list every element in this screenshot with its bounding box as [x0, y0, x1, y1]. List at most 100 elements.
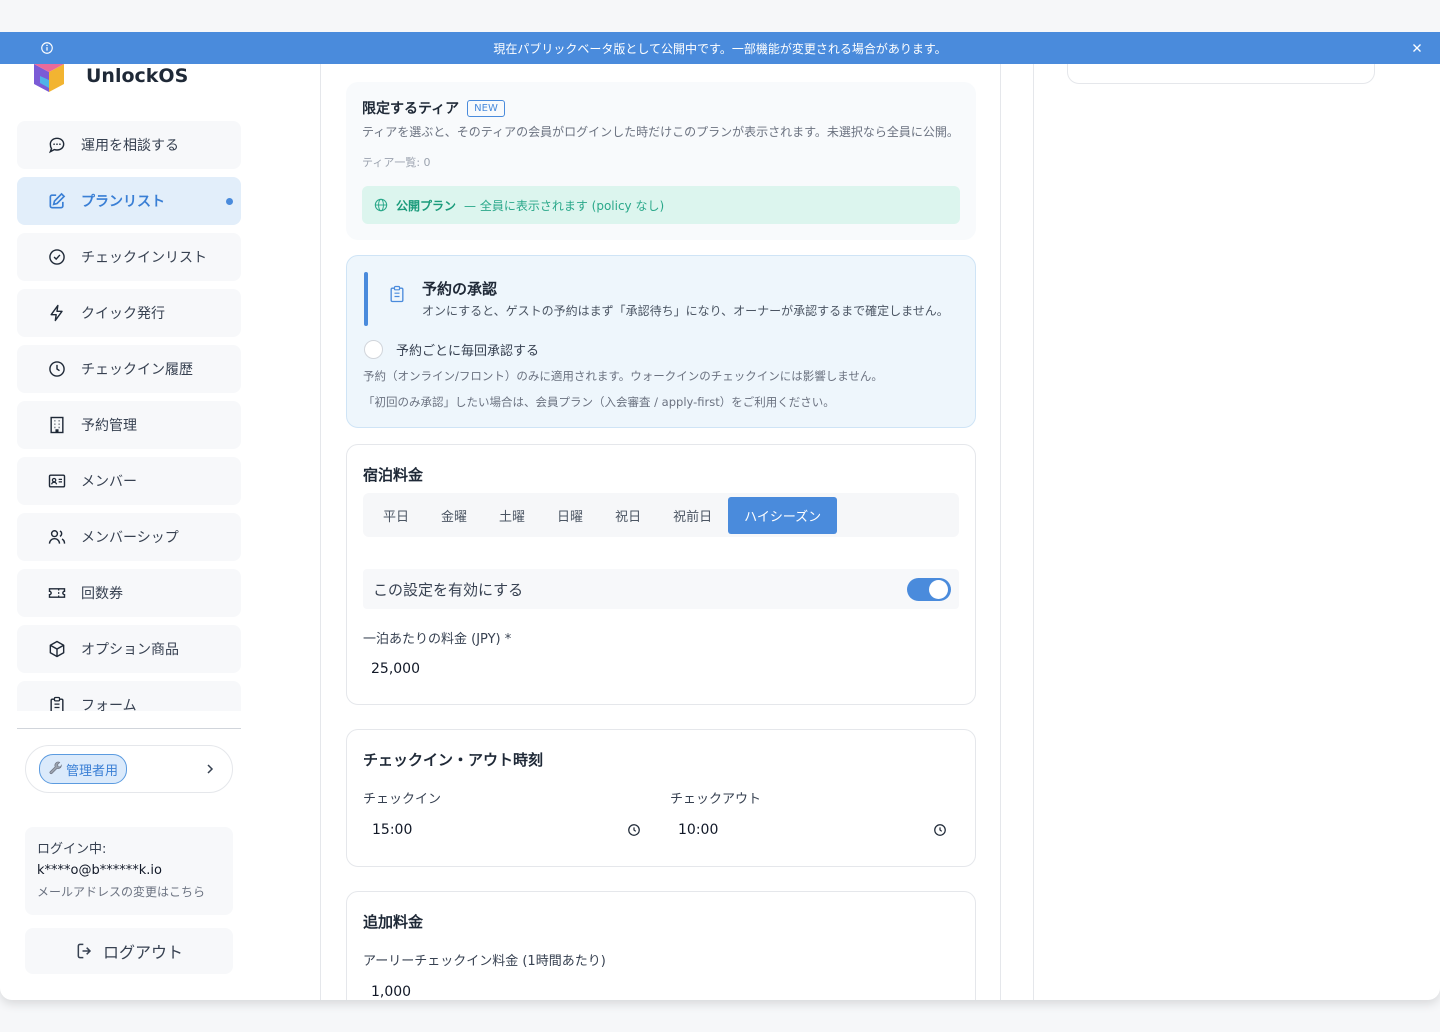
checkin-times-title: チェックイン・アウト時刻	[363, 751, 544, 769]
enable-setting-label: この設定を有効にする	[373, 580, 524, 599]
id-card-icon	[48, 474, 66, 488]
extra-fees-card: 追加料金 アーリーチェックイン料金 (1時間あたり) 1,000	[346, 891, 976, 1000]
sidebar-item-options[interactable]: オプション商品	[17, 625, 241, 673]
chat-bubble-icon	[48, 137, 65, 154]
app-name: UnlockOS	[86, 65, 189, 87]
early-checkin-input[interactable]: 1,000	[371, 984, 411, 1000]
sidebar-item-label: チェックインリスト	[81, 250, 207, 266]
day-type-tabs: 平日 金曜 土曜 日曜 祝日 祝前日 ハイシーズン	[363, 493, 959, 537]
close-icon[interactable]	[1410, 41, 1424, 55]
chevron-right-icon	[207, 764, 214, 774]
tier-count: ティア一覧: 0	[362, 156, 431, 169]
approval-accent-bar	[364, 272, 368, 326]
edit-icon	[49, 192, 66, 209]
wrench-icon	[49, 761, 62, 775]
clipboard-icon	[390, 285, 404, 303]
tier-description: ティアを選ぶと、そのティアの会員がログインした時だけこのプランが表示されます。未…	[362, 125, 959, 139]
sidebar-item-reservations[interactable]: 予約管理	[17, 401, 241, 449]
logo-icon	[34, 64, 64, 92]
approve-every-radio[interactable]	[364, 340, 383, 359]
sidebar-item-members[interactable]: メンバー	[17, 457, 241, 505]
sidebar-item-plan-list[interactable]: プランリスト	[17, 177, 241, 225]
admin-label: 管理者用	[66, 763, 119, 779]
sidebar-item-checkin-list[interactable]: チェックインリスト	[17, 233, 241, 281]
globe-icon	[374, 198, 388, 212]
tab-weekday[interactable]: 平日	[367, 497, 425, 534]
pricing-card: 宿泊料金 平日 金曜 土曜 日曜 祝日 祝前日 ハイシーズン この設定を有効にす…	[346, 444, 976, 705]
main-content: 限定するティア NEW ティアを選ぶと、そのティアの会員がログインした時だけこの…	[321, 64, 1001, 1000]
checkin-time-input[interactable]: 15:00	[363, 812, 647, 848]
sidebar-item-label: 運用を相談する	[81, 138, 179, 154]
checkin-time-value: 15:00	[372, 822, 413, 838]
logout-label: ログアウト	[102, 943, 183, 962]
approval-title: 予約の承認	[422, 280, 498, 298]
admin-menu-button[interactable]: 管理者用	[25, 745, 233, 793]
tab-saturday[interactable]: 土曜	[483, 497, 541, 534]
login-label: ログイン中:	[37, 842, 107, 857]
sidebar-item-forms[interactable]: フォーム	[17, 681, 241, 711]
tab-friday[interactable]: 金曜	[425, 497, 483, 534]
logout-button[interactable]: ログアウト	[25, 928, 233, 974]
sidebar-item-label: 回数券	[81, 586, 123, 602]
check-circle-icon	[49, 249, 65, 265]
enable-setting-row: この設定を有効にする	[363, 569, 959, 609]
sidebar-item-quick-issue[interactable]: クイック発行	[17, 289, 241, 337]
approval-note-1: 予約（オンライン/フロント）のみに適用されます。ウォークインのチェックインには影…	[363, 369, 883, 383]
box-icon	[49, 640, 65, 658]
sidebar-item-label: オプション商品	[81, 642, 179, 658]
sidebar: UnlockOS 運用を相談する プランリスト チェックインリスト クイック発行	[0, 64, 321, 1000]
info-icon	[41, 42, 53, 54]
admin-badge: 管理者用	[39, 754, 128, 784]
sidebar-item-label: フォーム	[81, 698, 137, 711]
right-panel-card	[1067, 64, 1375, 84]
price-label: 一泊あたりの料金 (JPY) *	[363, 632, 512, 647]
sidebar-item-label: 予約管理	[81, 418, 137, 434]
banner-text: 現在パブリックベータ版として公開中です。一部機能が変更される場合があります。	[493, 41, 947, 56]
tab-sunday[interactable]: 日曜	[541, 497, 599, 534]
sidebar-item-consult[interactable]: 運用を相談する	[17, 121, 241, 169]
approval-description: オンにすると、ゲストの予約はまず「承認待ち」になり、オーナーが承認するまで確定し…	[422, 304, 949, 318]
clock-icon	[49, 361, 65, 377]
checkout-time-value: 10:00	[678, 822, 719, 838]
clipboard-icon	[50, 696, 64, 711]
price-input[interactable]: 25,000	[371, 661, 420, 677]
public-plan-note: — 全員に表示されます (policy なし)	[464, 198, 665, 213]
building-icon	[50, 416, 64, 434]
sidebar-item-coupons[interactable]: 回数券	[17, 569, 241, 617]
tier-section: 限定するティア NEW ティアを選ぶと、そのティアの会員がログインした時だけこの…	[346, 82, 976, 240]
enable-setting-toggle[interactable]	[907, 578, 951, 601]
clock-icon	[628, 824, 640, 836]
sidebar-item-membership[interactable]: メンバーシップ	[17, 513, 241, 561]
checkin-label: チェックイン	[363, 792, 442, 807]
active-indicator-dot	[226, 198, 233, 205]
change-email-link[interactable]: メールアドレスの変更はこちら	[37, 882, 221, 902]
logout-icon	[77, 943, 92, 959]
users-icon	[48, 530, 66, 544]
early-checkin-label: アーリーチェックイン料金 (1時間あたり)	[363, 954, 606, 969]
sidebar-item-label: メンバーシップ	[81, 530, 179, 546]
beta-banner: 現在パブリックベータ版として公開中です。一部機能が変更される場合があります。	[0, 32, 1440, 64]
app-logo[interactable]: UnlockOS	[30, 64, 188, 94]
tab-holiday[interactable]: 祝日	[599, 497, 657, 534]
right-panel	[1033, 64, 1440, 1000]
tab-high-season[interactable]: ハイシーズン	[728, 496, 838, 534]
checkin-times-card: チェックイン・アウト時刻 チェックイン 15:00 チェックアウト 10:00	[346, 729, 976, 867]
sidebar-divider	[17, 728, 241, 729]
checkout-time-input[interactable]: 10:00	[669, 812, 953, 848]
tab-pre-holiday[interactable]: 祝前日	[657, 497, 728, 534]
login-email: k****o@b******k.io	[37, 863, 162, 878]
sidebar-item-label: メンバー	[81, 474, 137, 490]
app-window: UnlockOS 運用を相談する プランリスト チェックインリスト クイック発行	[0, 64, 1440, 1000]
tier-title: 限定するティア	[362, 101, 460, 117]
public-plan-notice: 公開プラン — 全員に表示されます (policy なし)	[362, 186, 960, 224]
sidebar-item-label: クイック発行	[81, 306, 165, 322]
sidebar-item-label: チェックイン履歴	[81, 362, 193, 378]
login-info: ログイン中: k****o@b******k.io メールアドレスの変更はこちら	[25, 827, 233, 915]
extra-fees-title: 追加料金	[363, 913, 424, 931]
approval-note-2: 「初回のみ承認」したい場合は、会員プラン（入会審査 / apply-first）…	[363, 395, 835, 409]
approve-every-label[interactable]: 予約ごとに毎回承認する	[396, 340, 539, 359]
ticket-icon	[48, 588, 66, 598]
clock-icon	[934, 824, 946, 836]
sidebar-item-checkin-history[interactable]: チェックイン履歴	[17, 345, 241, 393]
sidebar-item-label: プランリスト	[81, 194, 165, 210]
